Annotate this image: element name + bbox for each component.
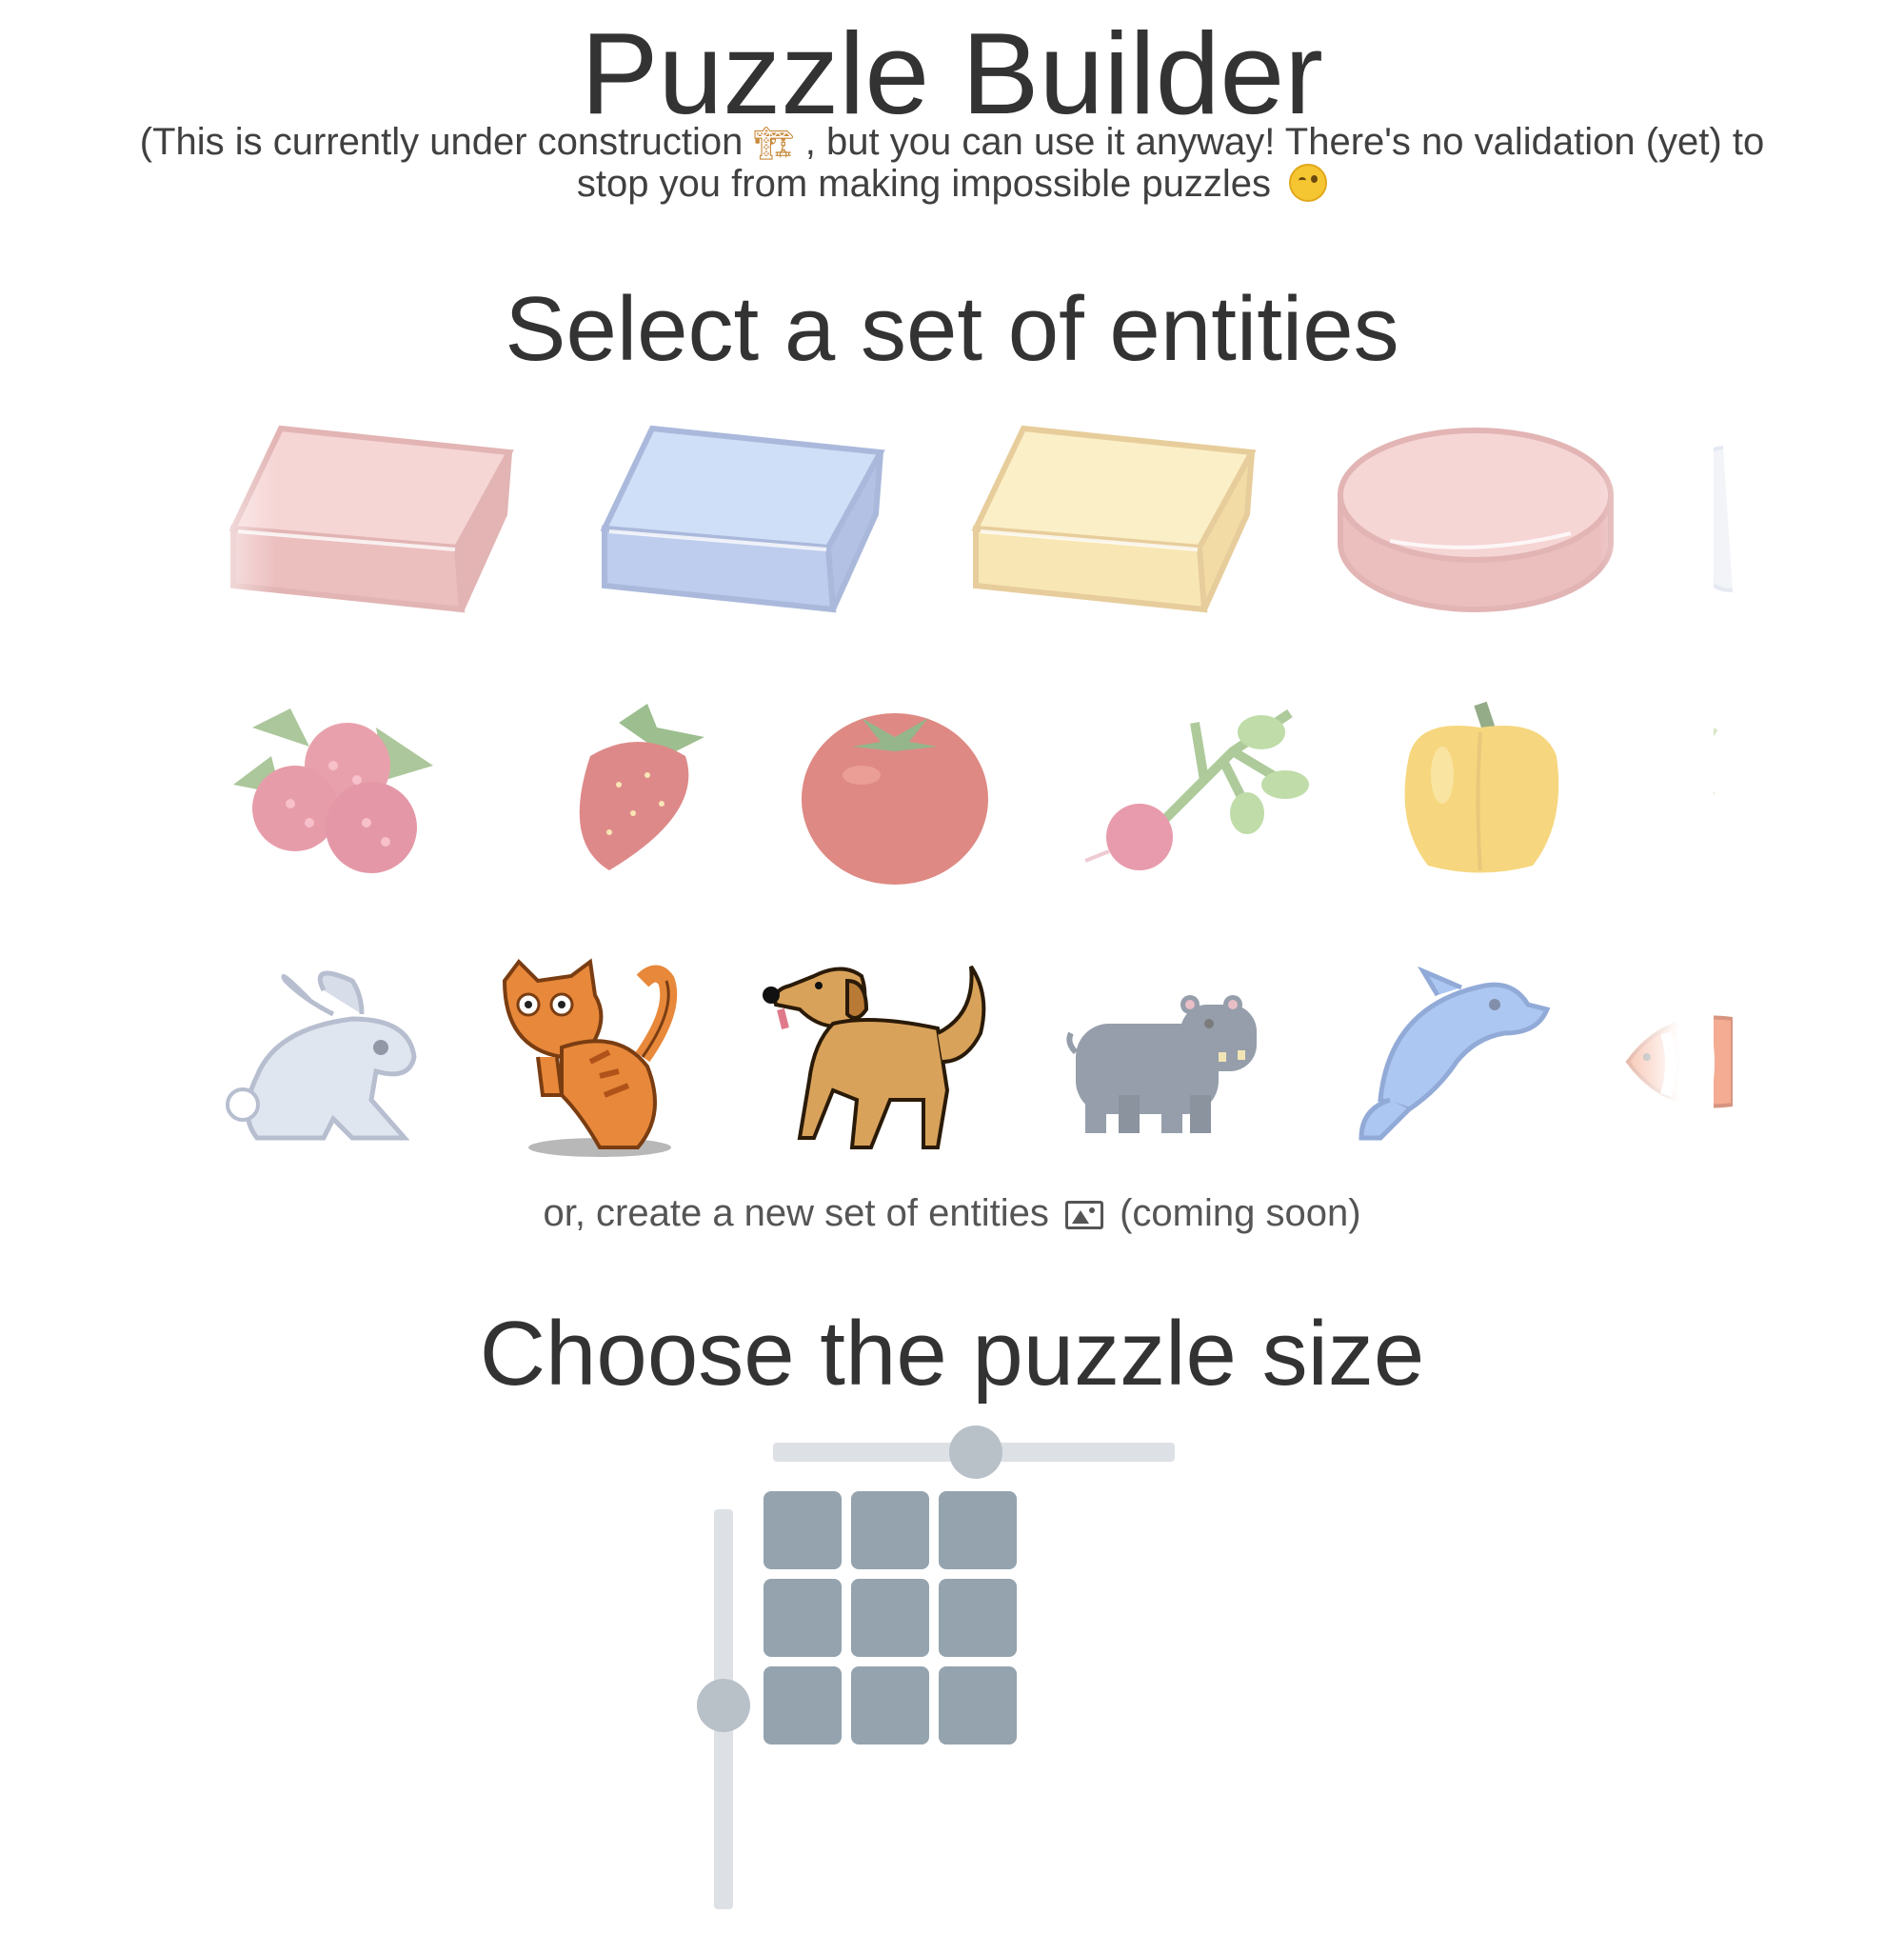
strawberry-icon — [552, 699, 724, 880]
columns-slider-thumb[interactable] — [949, 1426, 1002, 1479]
dog-icon — [757, 957, 995, 1157]
entity-set-produce[interactable] — [209, 680, 1718, 908]
entity-set-animals[interactable] — [209, 952, 1733, 1181]
grid-cell — [764, 1579, 842, 1657]
image-icon — [1064, 1201, 1103, 1229]
red-disc-icon — [1333, 419, 1618, 619]
grid-cell — [939, 1666, 1017, 1745]
construction-crane-icon: 🏗 — [753, 126, 795, 162]
winking-face-icon — [1289, 164, 1328, 202]
coming-soon-label: (coming soon) — [1120, 1192, 1361, 1234]
grid-cell — [939, 1491, 1017, 1569]
entities-section-title: Select a set of entities — [505, 278, 1399, 380]
grid-cell — [764, 1666, 842, 1745]
entity-set-blocks[interactable] — [209, 409, 1733, 638]
raspberries-icon — [224, 689, 452, 889]
puzzle-size-grid — [764, 1491, 1030, 1758]
create-entities-link[interactable]: or, create a new set of entities — [543, 1192, 1048, 1234]
size-section-title: Choose the puzzle size — [479, 1303, 1425, 1405]
yellow-pepper-icon — [1390, 689, 1571, 880]
rows-slider-thumb[interactable] — [697, 1679, 750, 1732]
page-title: Puzzle Builder — [581, 9, 1323, 138]
grid-cell — [851, 1491, 929, 1569]
grid-cell — [851, 1579, 929, 1657]
tomato-icon — [795, 680, 995, 889]
grid-cell — [851, 1666, 929, 1745]
create-entities-line: or, create a new set of entities (coming… — [0, 1189, 1904, 1237]
yellow-block-icon — [962, 419, 1257, 619]
grid-cell — [939, 1579, 1017, 1657]
hippo-icon — [1066, 986, 1266, 1138]
rabbit-icon — [219, 962, 428, 1152]
radish-icon — [1081, 694, 1309, 875]
blue-block-icon — [590, 419, 885, 619]
cat-icon — [486, 952, 695, 1162]
page-subtitle: (This is currently under construction 🏗 … — [114, 122, 1790, 204]
grid-cell — [764, 1491, 842, 1569]
subtitle-text-1: (This is currently under construction — [139, 121, 744, 163]
dolphin-icon — [1342, 967, 1552, 1147]
